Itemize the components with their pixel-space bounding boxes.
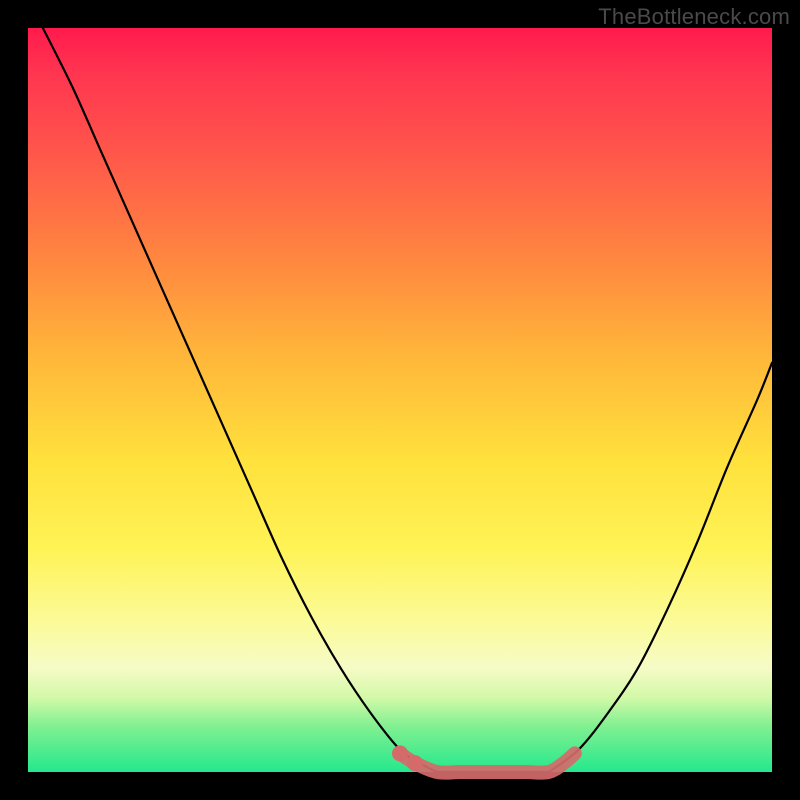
- curve-left-curve: [43, 28, 437, 772]
- highlight-dot: [407, 755, 423, 771]
- curves-svg: [28, 28, 772, 772]
- plot-area: [28, 28, 772, 772]
- highlight-dot: [392, 745, 408, 761]
- watermark-text: TheBottleneck.com: [598, 4, 790, 30]
- curve-right-curve: [549, 363, 772, 772]
- chart-frame: TheBottleneck.com: [0, 0, 800, 800]
- highlight-stroke: [400, 753, 575, 772]
